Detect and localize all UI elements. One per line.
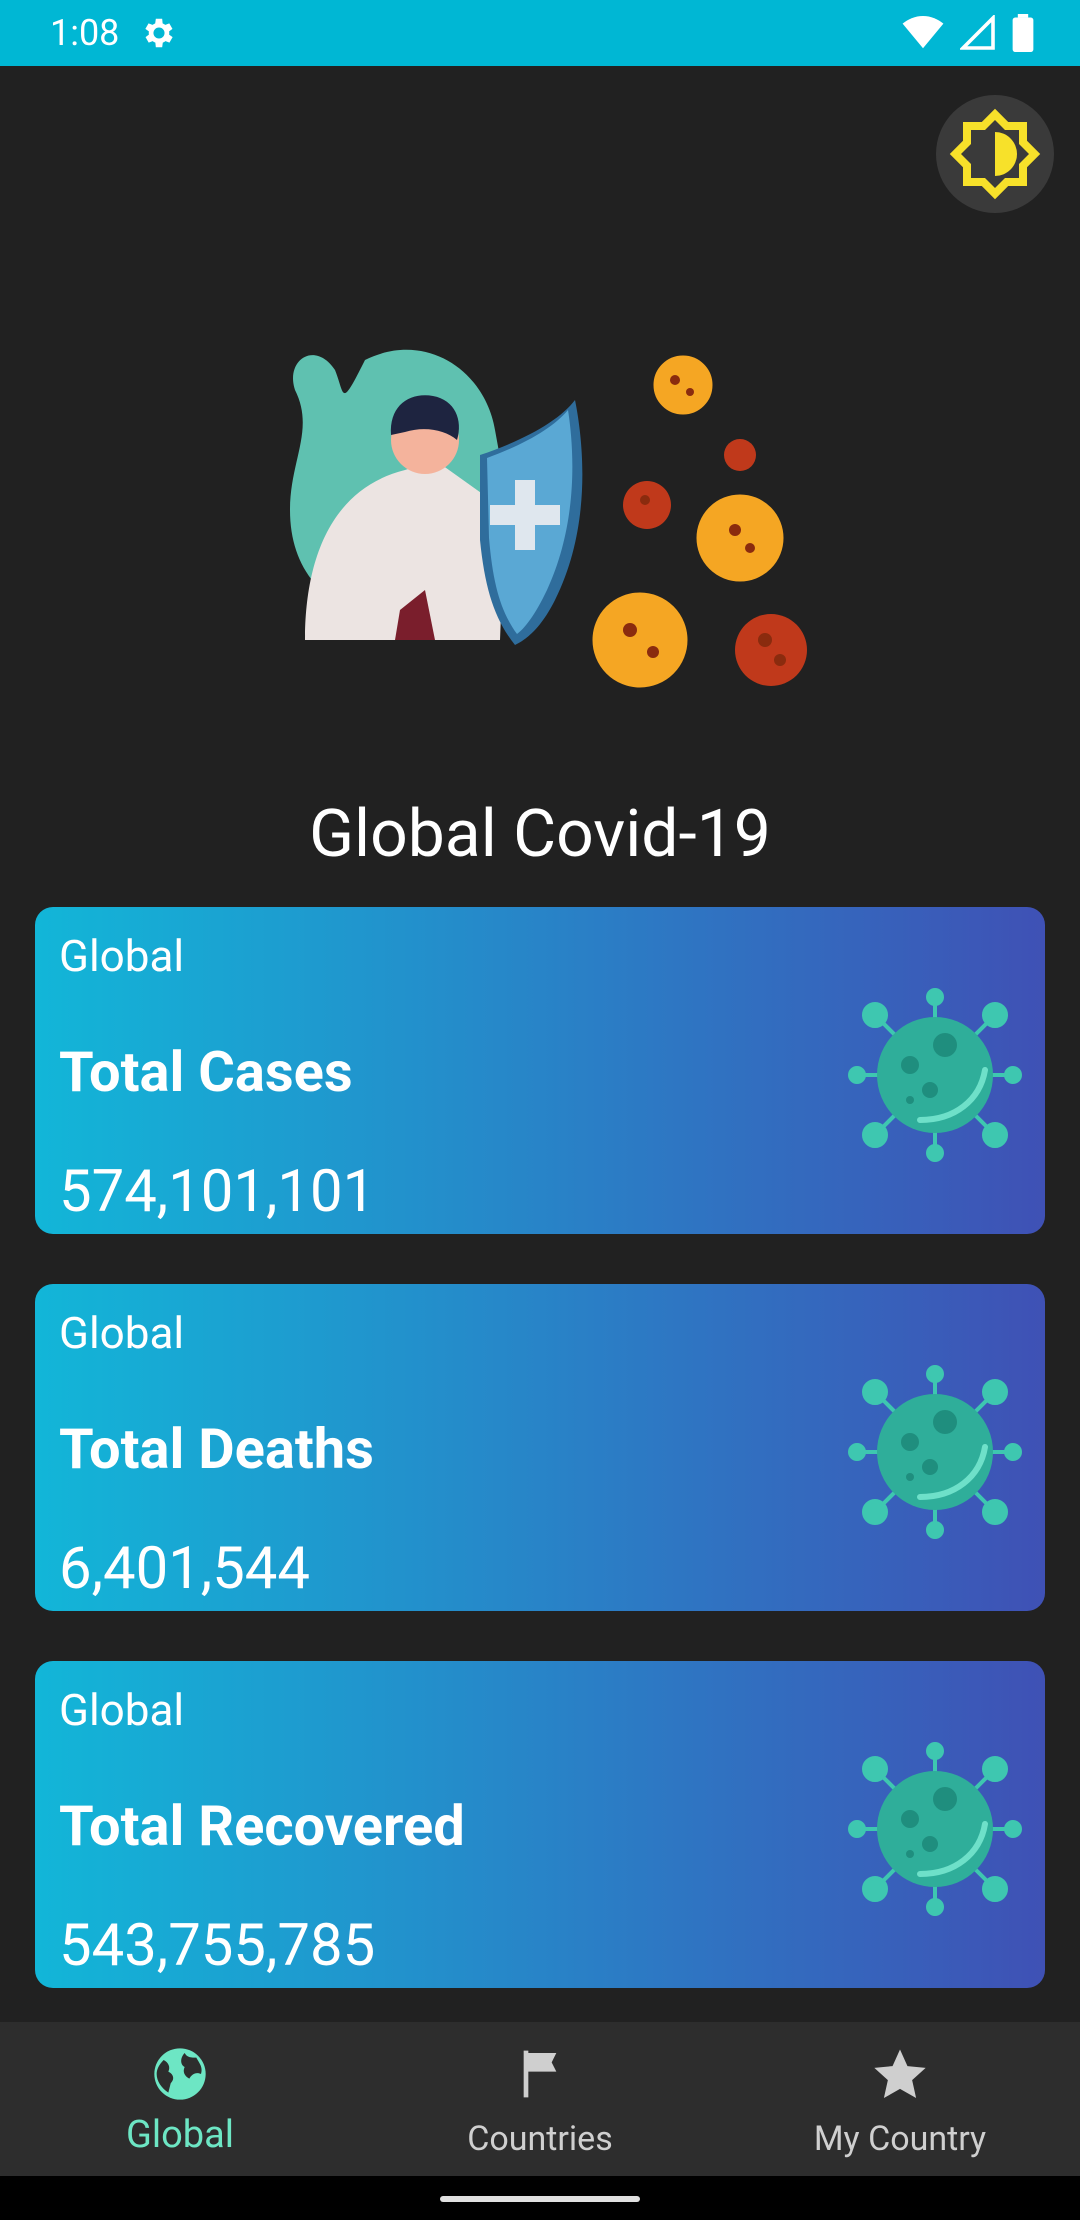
card-label: Global (59, 1307, 185, 1359)
settings-gear-icon (145, 18, 173, 48)
card-title: Total Deaths (59, 1416, 374, 1482)
card-title: Total Cases (59, 1039, 353, 1105)
nav-label: Global (125, 2113, 235, 2157)
theme-toggle-button[interactable] (936, 95, 1054, 213)
star-icon (874, 2049, 926, 2099)
page-title: Global Covid-19 (309, 796, 771, 873)
nav-item-my-country[interactable]: My Country (720, 2022, 1080, 2176)
virus-icon (848, 1365, 1022, 1539)
globe-icon (154, 2048, 206, 2100)
gesture-navigation-bar (0, 2176, 1080, 2220)
flag-icon (523, 2050, 557, 2098)
card-value: 543,755,785 (59, 1912, 376, 1980)
virus-icon (848, 1742, 1022, 1916)
nav-label: My Country (813, 2119, 987, 2159)
brightness-icon (949, 108, 1041, 200)
home-gesture-handle[interactable] (440, 2196, 640, 2202)
total-cases-card[interactable]: Global Total Cases 574,101,101 (35, 907, 1045, 1234)
virus-icon (848, 988, 1022, 1162)
signal-icon (960, 15, 995, 50)
card-value: 574,101,101 (59, 1158, 376, 1226)
status-time: 1:08 (50, 12, 120, 54)
card-value: 6,401,544 (59, 1535, 311, 1603)
nav-item-countries[interactable]: Countries (360, 2022, 720, 2176)
bottom-navigation: Global Countries My Country (0, 2022, 1080, 2176)
card-label: Global (59, 930, 185, 982)
nav-label: Countries (467, 2119, 613, 2159)
wifi-icon (902, 16, 944, 49)
card-label: Global (59, 1684, 185, 1736)
status-bar: 1:08 (0, 0, 1080, 66)
nav-item-global[interactable]: Global (0, 2022, 360, 2176)
card-title: Total Recovered (59, 1793, 465, 1859)
total-recovered-card[interactable]: Global Total Recovered 543,755,785 (35, 1661, 1045, 1988)
battery-icon (1012, 14, 1034, 52)
total-deaths-card[interactable]: Global Total Deaths 6,401,544 (35, 1284, 1045, 1611)
hero-illustration (290, 349, 807, 688)
